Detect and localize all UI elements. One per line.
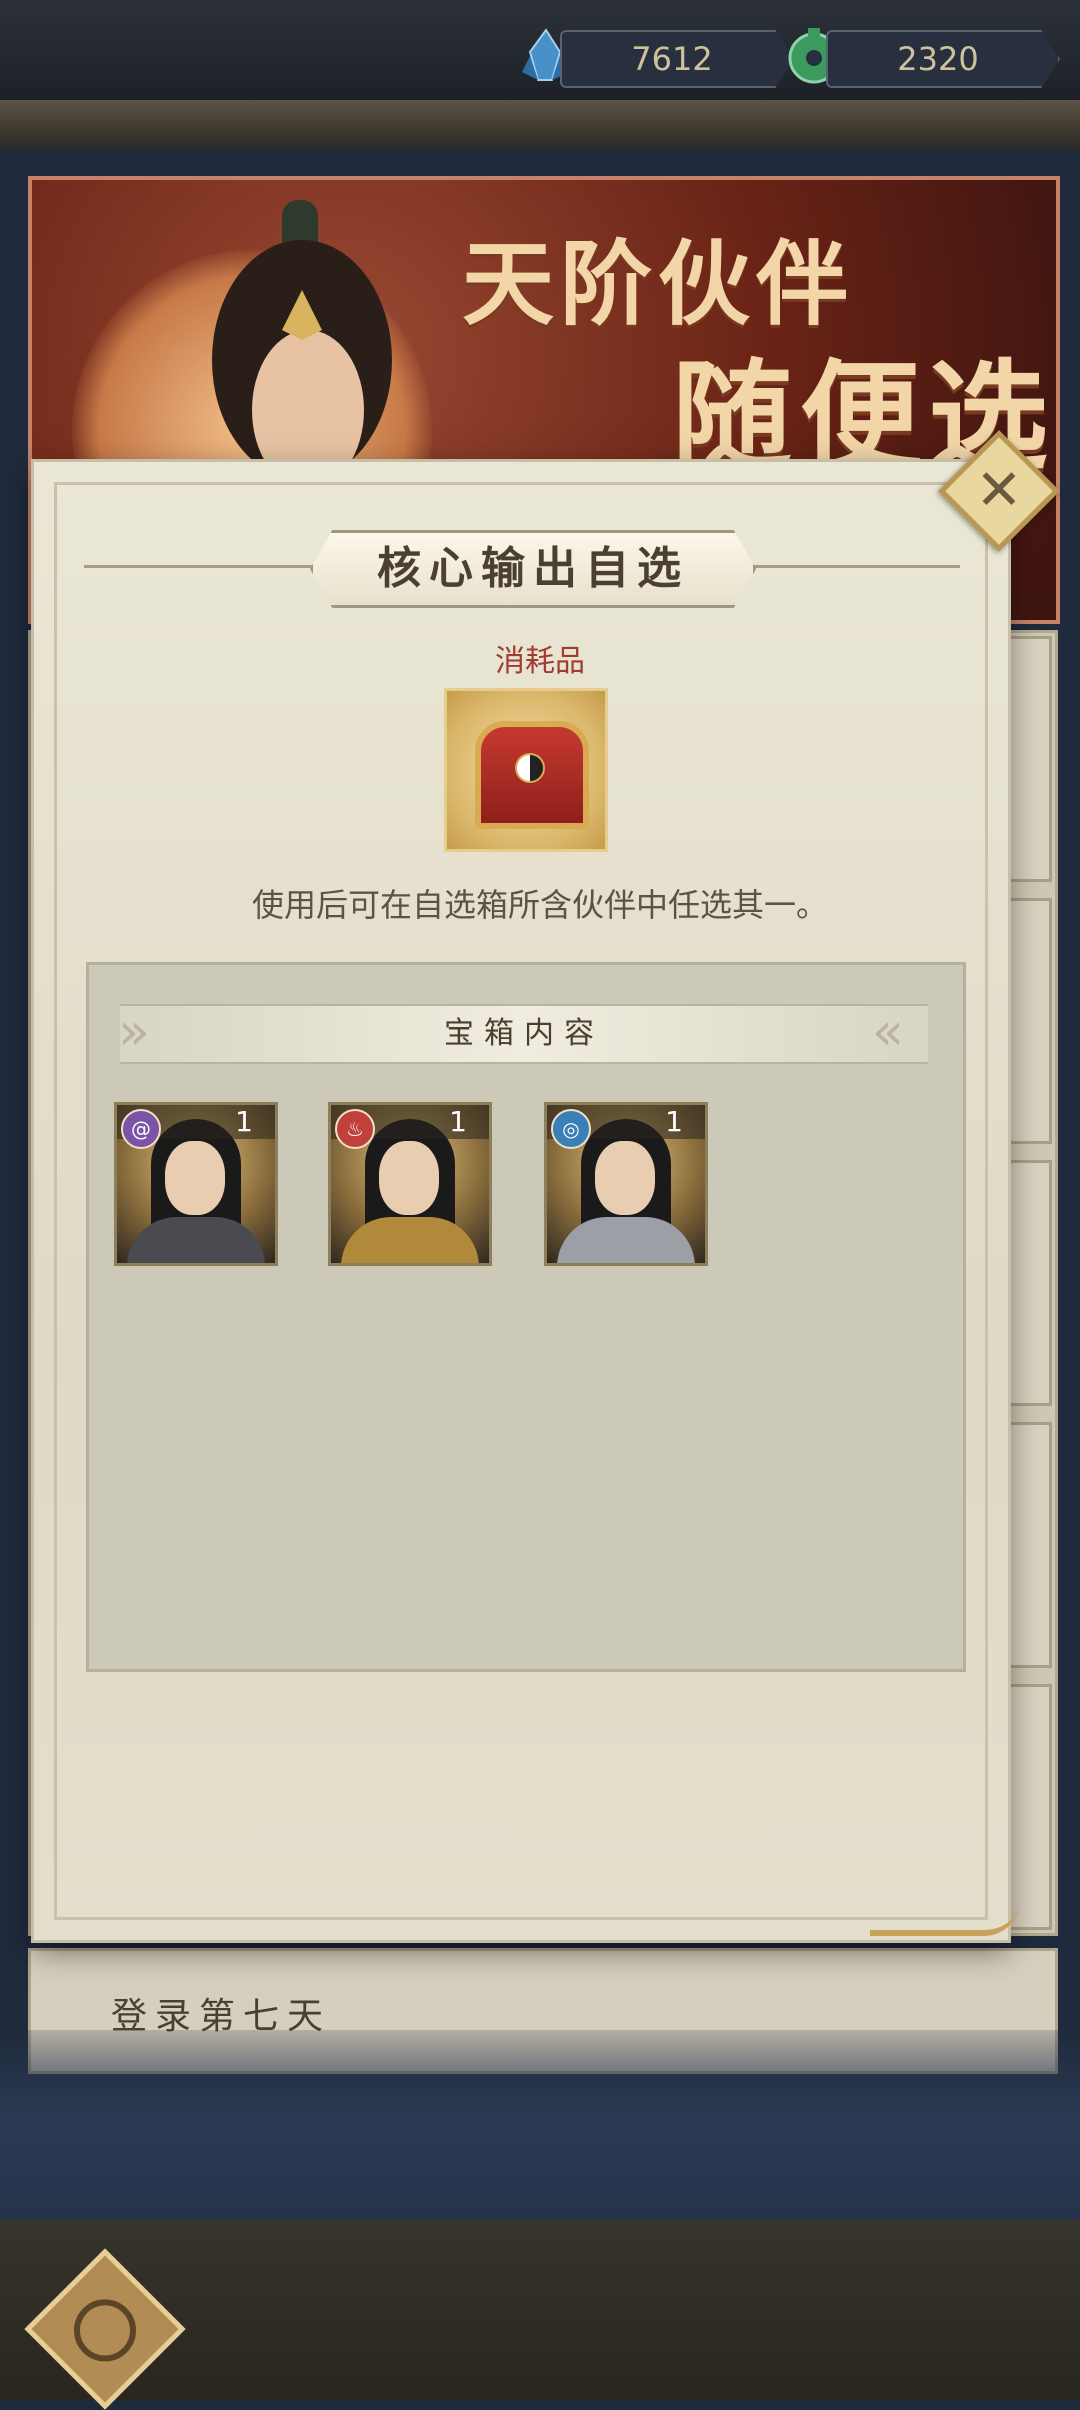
contents-header: 宝箱内容: [120, 1004, 928, 1064]
swirl-element-icon: @: [121, 1109, 161, 1149]
hero-portrait-icon: [212, 200, 392, 490]
roof-ridge: [0, 100, 1080, 152]
hero-card[interactable]: ◎ 1: [544, 1102, 708, 1266]
flame-element-icon: ♨: [335, 1109, 375, 1149]
chevron-left-icon: «: [872, 1002, 904, 1062]
item-description: 使用后可在自选箱所含伙伴中任选其一。: [251, 886, 828, 924]
hero-count: 1: [665, 1105, 683, 1138]
title-divider-left: [84, 565, 314, 568]
item-type-label: 消耗品: [495, 644, 585, 679]
contents-header-label: 宝箱内容: [444, 1016, 604, 1051]
scroll-ornament: [870, 1900, 1020, 1936]
chest-contents-box: [86, 962, 966, 1672]
hero-card[interactable]: ♨ 1: [328, 1102, 492, 1266]
jade-value: 2320: [897, 40, 979, 78]
title-divider-right: [746, 565, 960, 568]
crystal-value: 7612: [631, 40, 713, 78]
chest-graphic: [475, 721, 589, 829]
crystal-counter[interactable]: 7612: [560, 30, 794, 88]
modal-title: 核心输出自选: [377, 543, 689, 594]
hero-count: 1: [449, 1105, 467, 1138]
close-icon: ✕: [975, 458, 1023, 523]
hero-card[interactable]: @ 1: [114, 1102, 278, 1266]
jade-counter[interactable]: 2320: [826, 30, 1060, 88]
bottom-fade: [0, 2030, 1080, 2230]
treasure-chest-icon[interactable]: [444, 688, 608, 852]
wave-element-icon: ◎: [551, 1109, 591, 1149]
modal-title-plate: 核心输出自选: [310, 530, 756, 608]
hero-count: 1: [235, 1105, 253, 1138]
chevron-right-icon: »: [118, 1002, 150, 1062]
